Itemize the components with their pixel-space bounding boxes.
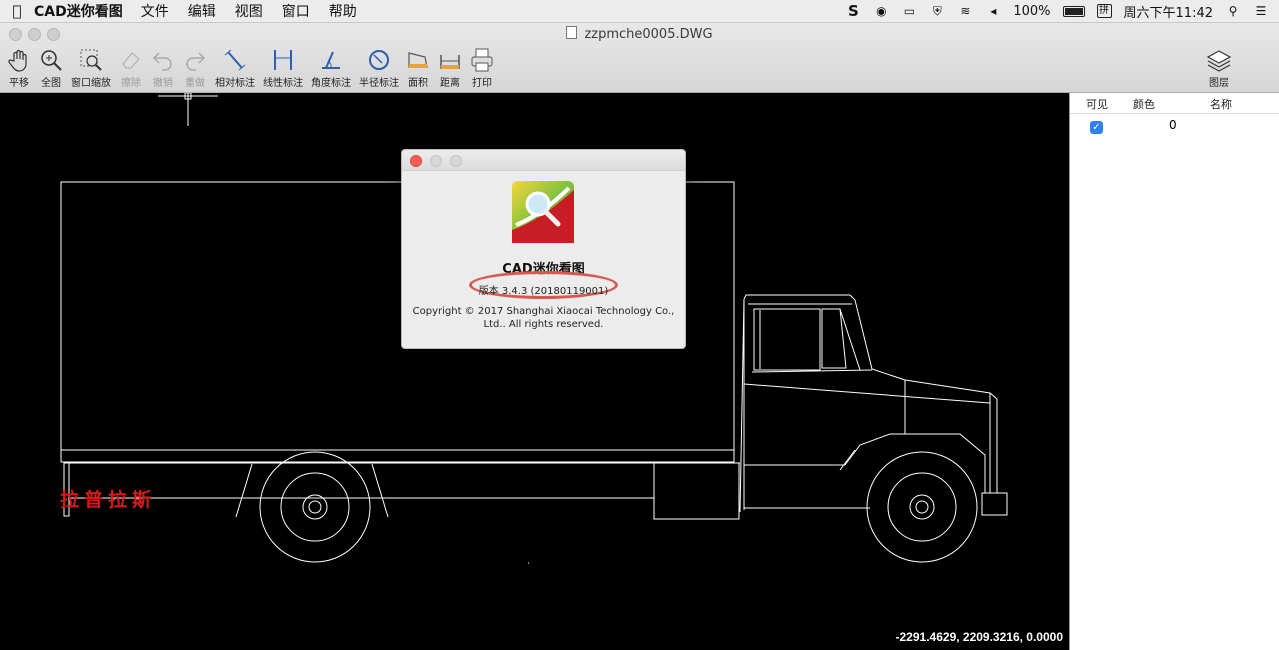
window-title: zzpmche0005.DWG <box>0 26 1279 42</box>
layers-panel: 可见 颜色 名称 ✓ 0 <box>1069 93 1279 650</box>
document-icon <box>566 26 578 39</box>
tool-erase[interactable]: 擦除 <box>118 47 144 89</box>
menu-view[interactable]: 视图 <box>235 1 263 21</box>
tool-area-label: 面积 <box>408 78 428 89</box>
about-zoom-button[interactable] <box>450 155 462 167</box>
tool-undo[interactable]: 撤销 <box>150 47 176 89</box>
tool-linear-dimension[interactable]: 线性标注 <box>262 47 304 89</box>
radius-dimension-icon <box>369 50 389 70</box>
tool-radius-dimension[interactable]: 半径标注 <box>358 47 400 89</box>
tool-redo[interactable]: 重做 <box>182 47 208 89</box>
layers-icon <box>1206 50 1232 72</box>
menu-bar:  CAD迷你看图 文件 编辑 视图 窗口 帮助 S ◉ ▭ ⛨ ≋ ◂ 100… <box>0 0 1279 23</box>
menu-help[interactable]: 帮助 <box>329 1 357 21</box>
tool-linear-dimension-label: 线性标注 <box>263 78 303 89</box>
tool-zoom-all-label: 全图 <box>41 78 61 89</box>
menu-window[interactable]: 窗口 <box>282 1 310 21</box>
header-color[interactable]: 颜色 <box>1133 96 1155 112</box>
tool-angle-dimension[interactable]: 角度标注 <box>310 47 352 89</box>
layer-visible-checkbox[interactable]: ✓ <box>1090 121 1103 134</box>
tool-layers-label: 图层 <box>1209 78 1229 89</box>
layer-row[interactable]: ✓ 0 <box>1070 114 1279 138</box>
layers-table-header: 可见 颜色 名称 <box>1070 93 1279 114</box>
printer-icon <box>471 48 493 72</box>
header-visible[interactable]: 可见 <box>1086 96 1108 112</box>
status-area: S ◉ ▭ ⛨ ≋ ◂ 100% 拼 周六下午11:42 ⚲ ☰ <box>845 0 1269 22</box>
about-copyright: Copyright © 2017 Shanghai Xiaocai Techno… <box>412 306 675 330</box>
eraser-icon <box>122 52 140 69</box>
battery-icon[interactable] <box>1062 5 1085 17</box>
about-dialog: CAD迷你看图 版本 3.4.3 (20180119001) Copyright… <box>401 149 686 349</box>
tool-pan-label: 平移 <box>9 78 29 89</box>
volume-icon[interactable]: ◂ <box>985 4 1001 18</box>
airplay-icon[interactable]: ▭ <box>901 4 917 18</box>
wifi-icon[interactable]: ≋ <box>957 4 973 18</box>
redo-icon <box>186 52 206 71</box>
linear-dimension-icon <box>274 50 292 70</box>
relative-dimension-icon <box>224 49 246 71</box>
area-icon <box>408 52 428 68</box>
cursor-coordinates: -2291.4629, 2209.3216, 0.0000 <box>895 630 1063 644</box>
window-title-text: zzpmche0005.DWG <box>584 27 713 42</box>
app-menu[interactable]: CAD迷你看图 <box>34 1 123 21</box>
undo-icon <box>152 52 172 71</box>
app-logo-icon <box>512 181 574 243</box>
tool-relative-dimension[interactable]: 相对标注 <box>214 47 256 89</box>
layer-name: 0 <box>1169 118 1177 132</box>
distance-icon <box>440 55 460 69</box>
menu-file[interactable]: 文件 <box>141 1 169 21</box>
tool-window-zoom[interactable]: 窗口缩放 <box>70 47 112 89</box>
window-toolbar: zzpmche0005.DWG 平移 全图 窗口缩放 擦除 撤销 重做 相对标注… <box>0 23 1279 93</box>
tool-distance[interactable]: 距离 <box>437 47 463 89</box>
tool-area[interactable]: 面积 <box>405 47 431 89</box>
qq-icon[interactable]: ◉ <box>873 4 889 18</box>
window-zoom-icon <box>80 49 102 71</box>
tool-redo-label: 重做 <box>185 78 205 89</box>
watermark-text: 拉普拉斯 <box>60 489 157 511</box>
clock[interactable]: 周六下午11:42 <box>1124 2 1213 21</box>
zoom-all-icon <box>41 50 62 71</box>
tool-relative-dimension-label: 相对标注 <box>215 78 255 89</box>
menu-edit[interactable]: 编辑 <box>188 1 216 21</box>
battery-percent[interactable]: 100% <box>1013 4 1050 19</box>
tool-layers[interactable]: 图层 <box>1204 47 1234 89</box>
tool-zoom-all[interactable]: 全图 <box>38 47 64 89</box>
tool-erase-label: 擦除 <box>121 78 141 89</box>
tool-print-label: 打印 <box>472 78 492 89</box>
tool-angle-dimension-label: 角度标注 <box>311 78 351 89</box>
tool-radius-dimension-label: 半径标注 <box>359 78 399 89</box>
about-dialog-titlebar <box>402 150 685 171</box>
tool-undo-label: 撤销 <box>153 78 173 89</box>
tool-pan[interactable]: 平移 <box>6 47 32 89</box>
about-minimize-button[interactable] <box>430 155 442 167</box>
shield-icon[interactable]: ⛨ <box>929 4 945 18</box>
header-name[interactable]: 名称 <box>1210 96 1232 112</box>
tool-distance-label: 距离 <box>440 78 460 89</box>
input-method-icon[interactable]: 拼 <box>1096 4 1112 18</box>
apple-menu-icon[interactable]:  <box>0 2 34 20</box>
search-icon[interactable]: ⚲ <box>1225 4 1241 18</box>
notification-center-icon[interactable]: ☰ <box>1253 4 1269 18</box>
tool-window-zoom-label: 窗口缩放 <box>71 78 111 89</box>
about-version: 版本 3.4.3 (20180119001) <box>478 286 609 297</box>
about-close-button[interactable] <box>410 155 422 167</box>
s-app-icon[interactable]: S <box>845 4 861 19</box>
angle-dimension-icon <box>322 51 340 69</box>
hand-icon <box>8 49 27 72</box>
tool-print[interactable]: 打印 <box>469 47 495 89</box>
